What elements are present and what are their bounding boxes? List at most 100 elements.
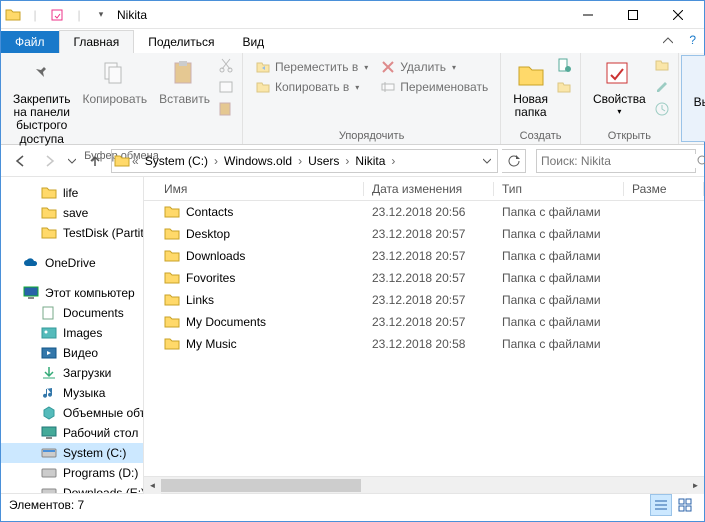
file-name: Links bbox=[186, 293, 214, 307]
address-bar[interactable]: « System (C:)› Windows.old› Users› Nikit… bbox=[111, 149, 498, 173]
copy-icon bbox=[99, 59, 131, 91]
tab-file[interactable]: Файл bbox=[1, 31, 59, 53]
search-box[interactable] bbox=[536, 149, 696, 173]
col-type[interactable]: Тип bbox=[494, 182, 624, 196]
history-icon[interactable] bbox=[654, 101, 670, 117]
maximize-button[interactable] bbox=[610, 1, 655, 29]
copyto-button[interactable]: Копировать в▾ bbox=[251, 77, 372, 97]
newfolder-label: Новая папка bbox=[513, 93, 548, 119]
tree-item[interactable]: Рабочий стол bbox=[1, 423, 143, 443]
tree-item[interactable]: Музыка bbox=[1, 383, 143, 403]
cut-icon[interactable] bbox=[218, 57, 234, 73]
horizontal-scrollbar[interactable]: ◄ ► bbox=[144, 476, 704, 493]
rename-button[interactable]: Переименовать bbox=[376, 77, 492, 97]
col-name[interactable]: Имя bbox=[144, 182, 364, 196]
breadcrumb-segment[interactable]: Users bbox=[304, 154, 343, 168]
scroll-right-button[interactable]: ► bbox=[687, 477, 704, 494]
ribbon-group-select: Выделить ▾ bbox=[681, 55, 705, 142]
up-button[interactable] bbox=[83, 149, 107, 173]
breadcrumb-segment[interactable]: Windows.old bbox=[220, 154, 296, 168]
breadcrumb-segment[interactable]: Nikita bbox=[351, 154, 389, 168]
ribbon-group-open: Свойства ▾ Открыть bbox=[581, 53, 679, 144]
minimize-button[interactable] bbox=[565, 1, 610, 29]
delete-icon bbox=[380, 59, 396, 75]
easyaccess-icon[interactable] bbox=[556, 79, 572, 95]
qat-dropdown-icon[interactable]: ▾ bbox=[93, 7, 109, 23]
moveto-icon bbox=[255, 59, 271, 75]
tree-item[interactable]: save bbox=[1, 203, 143, 223]
moveto-button[interactable]: Переместить в▾ bbox=[251, 57, 372, 77]
scroll-left-button[interactable]: ◄ bbox=[144, 477, 161, 494]
ribbon-tabs: Файл Главная Поделиться Вид bbox=[1, 29, 704, 53]
file-name: Downloads bbox=[186, 249, 245, 263]
file-date: 23.12.2018 20:58 bbox=[364, 337, 494, 351]
select-button[interactable]: Выделить ▾ bbox=[690, 60, 705, 122]
recent-dropdown[interactable] bbox=[65, 149, 79, 173]
copy-button[interactable]: Копировать bbox=[78, 57, 151, 108]
chevron-right-icon[interactable]: › bbox=[343, 154, 351, 168]
pin-button[interactable]: Закрепить на панели быстрого доступа bbox=[9, 57, 74, 148]
back-button[interactable] bbox=[9, 149, 33, 173]
navigation-tree[interactable]: life save TestDisk (Partition Recovery) … bbox=[1, 177, 144, 493]
address-dropdown-icon[interactable] bbox=[479, 149, 495, 173]
tree-item[interactable]: life bbox=[1, 183, 143, 203]
copypath-icon[interactable] bbox=[218, 79, 234, 95]
file-row[interactable]: Downloads 23.12.2018 20:57 Папка с файла… bbox=[144, 245, 704, 267]
file-list[interactable]: Имя Дата изменения Тип Разме Contacts 23… bbox=[144, 177, 704, 476]
paste-shortcut-icon[interactable] bbox=[218, 101, 234, 117]
chevron-right-icon[interactable]: › bbox=[389, 154, 397, 168]
tree-item[interactable]: Видео bbox=[1, 343, 143, 363]
chevron-right-icon[interactable]: › bbox=[296, 154, 304, 168]
ribbon-group-new: Новая папка Создать bbox=[501, 53, 581, 144]
search-input[interactable] bbox=[541, 154, 696, 168]
chevron-right-icon[interactable]: › bbox=[212, 154, 220, 168]
scroll-thumb[interactable] bbox=[161, 479, 361, 492]
tree-item[interactable]: Documents bbox=[1, 303, 143, 323]
item-icon bbox=[41, 465, 57, 481]
delete-button[interactable]: Удалить▾ bbox=[376, 57, 492, 77]
file-row[interactable]: Fovorites 23.12.2018 20:57 Папка с файла… bbox=[144, 267, 704, 289]
tab-home[interactable]: Главная bbox=[59, 30, 135, 53]
file-row[interactable]: My Music 23.12.2018 20:58 Папка с файлам… bbox=[144, 333, 704, 355]
newfolder-button[interactable]: Новая папка bbox=[509, 57, 552, 121]
file-type: Папка с файлами bbox=[494, 205, 624, 219]
tree-item[interactable]: Programs (D:) bbox=[1, 463, 143, 483]
monitor-icon bbox=[23, 285, 39, 301]
tree-item[interactable]: Объемные объекты bbox=[1, 403, 143, 423]
chevron-left-icon[interactable]: « bbox=[130, 154, 141, 168]
newfolder-icon bbox=[515, 59, 547, 91]
column-headers: Имя Дата изменения Тип Разме bbox=[144, 177, 704, 201]
file-row[interactable]: Links 23.12.2018 20:57 Папка с файлами bbox=[144, 289, 704, 311]
tree-item[interactable]: Downloads (E:) bbox=[1, 483, 143, 493]
breadcrumb-segment[interactable]: System (C:) bbox=[141, 154, 212, 168]
tree-item[interactable]: TestDisk (Partition Recovery) bbox=[1, 223, 143, 243]
refresh-button[interactable] bbox=[502, 149, 526, 173]
tree-thispc[interactable]: Этот компьютер bbox=[1, 283, 143, 303]
help-icon[interactable]: ? bbox=[689, 33, 696, 47]
close-button[interactable] bbox=[655, 1, 700, 29]
properties-icon[interactable] bbox=[49, 7, 65, 23]
item-icon bbox=[41, 305, 57, 321]
properties-button[interactable]: Свойства ▾ bbox=[589, 57, 650, 119]
pin-label: Закрепить на панели быстрого доступа bbox=[13, 93, 70, 146]
file-row[interactable]: My Documents 23.12.2018 20:57 Папка с фа… bbox=[144, 311, 704, 333]
col-date[interactable]: Дата изменения bbox=[364, 182, 494, 196]
ribbon-collapse-icon[interactable] bbox=[656, 29, 680, 53]
tab-share[interactable]: Поделиться bbox=[134, 31, 228, 53]
file-row[interactable]: Desktop 23.12.2018 20:57 Папка с файлами bbox=[144, 223, 704, 245]
edit-icon[interactable] bbox=[654, 79, 670, 95]
details-view-button[interactable] bbox=[650, 494, 672, 516]
tree-item[interactable]: Загрузки bbox=[1, 363, 143, 383]
col-size[interactable]: Разме bbox=[624, 182, 704, 196]
forward-button[interactable] bbox=[37, 149, 61, 173]
open-icon[interactable] bbox=[654, 57, 670, 73]
paste-button[interactable]: Вставить bbox=[155, 57, 214, 108]
tree-item[interactable]: System (C:) bbox=[1, 443, 143, 463]
search-icon[interactable] bbox=[696, 154, 705, 168]
thumbnails-view-button[interactable] bbox=[674, 494, 696, 516]
file-row[interactable]: Contacts 23.12.2018 20:56 Папка с файлам… bbox=[144, 201, 704, 223]
newitem-icon[interactable] bbox=[556, 57, 572, 73]
tree-onedrive[interactable]: OneDrive bbox=[1, 253, 143, 273]
tab-view[interactable]: Вид bbox=[228, 31, 278, 53]
tree-item[interactable]: Images bbox=[1, 323, 143, 343]
